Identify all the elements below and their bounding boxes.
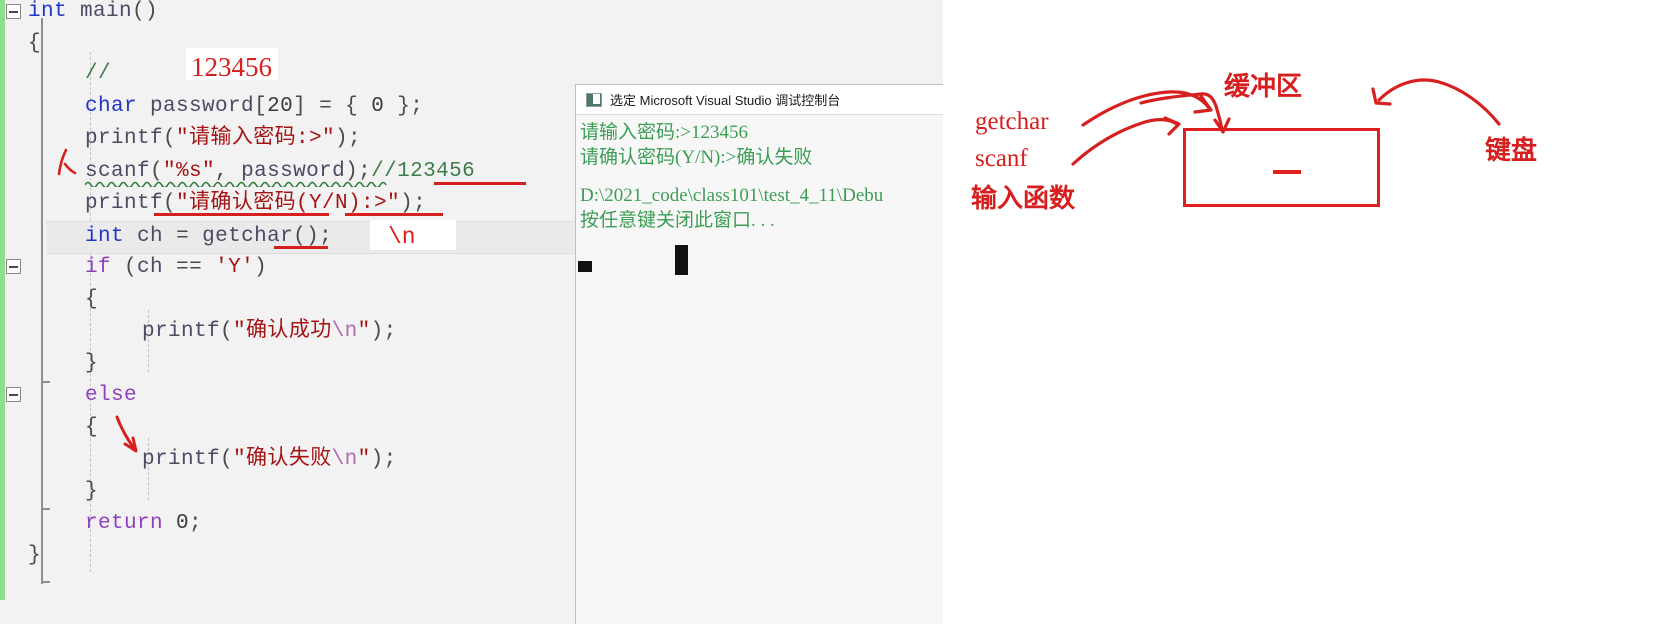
underline-comment-123456 [434, 182, 526, 185]
code-line-printf-success[interactable]: printf("确认成功\n"); [142, 316, 397, 348]
underline-confirm-prompt-left [154, 213, 329, 216]
fold-end-tick-if [41, 381, 50, 383]
debug-console-window[interactable]: 选定 Microsoft Visual Studio 调试控制台 请输入密码:>… [575, 84, 943, 624]
console-line: 请输入密码:>123456 [580, 122, 748, 143]
code-line-close-brace-else[interactable]: } [85, 476, 98, 508]
underline-getchar [274, 246, 328, 249]
code-line-open-brace-if[interactable]: { [85, 284, 98, 316]
scanf-warning-squiggle [85, 181, 387, 187]
code-line-close-brace-main[interactable]: } [28, 540, 41, 572]
fold-toggle-main[interactable] [6, 4, 21, 19]
code-structure-guide-line [41, 18, 43, 584]
code-line-printf-input-prompt[interactable]: printf("请输入密码:>"); [85, 123, 361, 155]
fold-toggle-if[interactable] [6, 259, 21, 274]
console-text-cursor [675, 245, 688, 275]
fold-toggle-else[interactable] [6, 387, 21, 402]
code-line-close-brace-if[interactable]: } [85, 348, 98, 380]
changed-lines-indicator [0, 0, 5, 600]
console-selection-marker [578, 261, 592, 272]
code-line-open-brace-else[interactable]: { [85, 412, 98, 444]
console-title-bar[interactable]: 选定 Microsoft Visual Studio 调试控制台 [576, 85, 943, 115]
code-line-main-signature[interactable]: int main() [28, 0, 158, 28]
annotation-arrow-else-body [115, 415, 138, 453]
code-line-else[interactable]: else [85, 380, 137, 412]
keyboard-to-buffer-arrow [1371, 78, 1501, 126]
console-line: D:\2021_code\class101\test_4_11\Debu [580, 185, 884, 206]
annotation-red-newline: \n [388, 224, 416, 250]
console-line: 请确认密码(Y/N):>确认失败 [580, 147, 813, 168]
code-line-open-brace-main[interactable]: { [28, 28, 41, 60]
fold-end-tick-else [41, 508, 50, 510]
code-line-char-password[interactable]: char password[20] = { 0 }; [85, 91, 423, 123]
code-line-printf-fail[interactable]: printf("确认失败\n"); [142, 444, 397, 476]
diagram-arrows [1071, 78, 1501, 166]
scanf-to-buffer-arrow [1071, 116, 1181, 166]
annotation-red-123456: 123456 [191, 52, 272, 82]
console-window-icon [586, 92, 602, 107]
code-line-if-condition[interactable]: if (ch == 'Y') [85, 252, 267, 284]
fold-end-tick-main [41, 581, 50, 583]
code-line-return-zero[interactable]: return 0; [85, 508, 202, 540]
console-title-text: 选定 Microsoft Visual Studio 调试控制台 [610, 93, 841, 108]
console-line: 按任意键关闭此窗口. . . [580, 210, 775, 231]
underline-confirm-prompt-right [345, 213, 443, 216]
console-output-area[interactable]: 请输入密码:>123456 请确认密码(Y/N):>确认失败 D:\2021_c… [576, 115, 943, 233]
code-line-comment-empty[interactable]: // [85, 58, 111, 90]
buffer-diagram-pane: getchar scanf 输入函数 缓冲区 键盘 [943, 0, 1658, 624]
buffer-label-pointer [1139, 92, 1231, 134]
annotation-caret-mark-scanf [57, 148, 77, 176]
